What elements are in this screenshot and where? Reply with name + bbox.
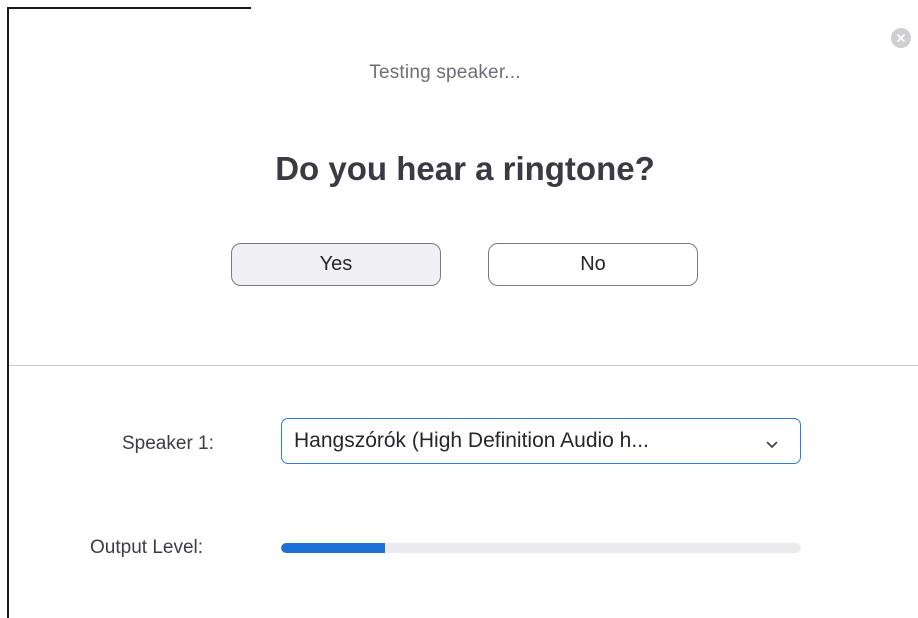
window-edge-left [7,8,9,618]
window-edge-top [7,7,251,9]
chevron-down-icon [766,436,778,454]
output-level-fill [281,543,385,553]
close-button[interactable] [891,28,911,48]
close-icon [896,33,906,43]
section-divider [9,365,918,366]
speaker-test-dialog: Testing speaker... Do you hear a rington… [0,0,918,618]
speaker-selected-value: Hangszórók (High Definition Audio h... [294,429,649,452]
testing-status-text: Testing speaker... [369,62,521,83]
speaker-select[interactable]: Hangszórók (High Definition Audio h... [281,418,801,464]
ringtone-question: Do you hear a ringtone? [275,150,655,187]
no-button[interactable]: No [488,243,698,286]
yes-button[interactable]: Yes [231,243,441,286]
output-level-label: Output Level: [90,537,204,558]
speaker-label: Speaker 1: [122,433,214,454]
output-level-meter [281,543,801,553]
